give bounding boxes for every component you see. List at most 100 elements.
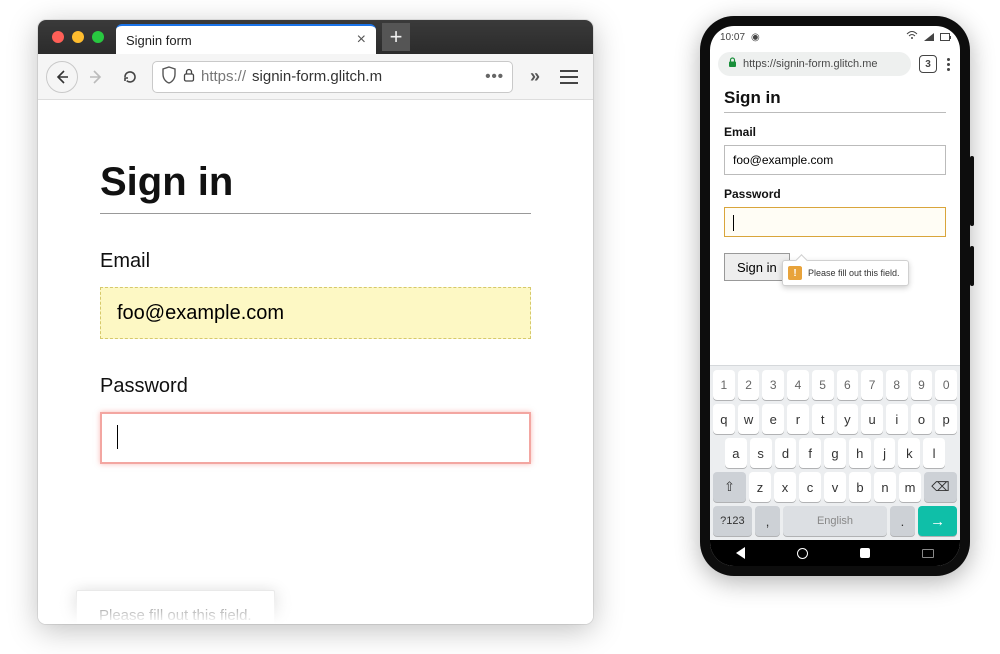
key-u[interactable]: u (861, 404, 883, 434)
key-,[interactable]: , (755, 506, 781, 536)
tracking-shield-icon (161, 66, 177, 88)
key-7[interactable]: 7 (861, 370, 883, 400)
android-nav-bar (710, 540, 960, 566)
phone-screen: 10:07 ◉ https://signin-form.glitch.me 3 … (710, 26, 960, 566)
validation-tooltip: ! Please fill out this field. (782, 260, 909, 286)
key-k[interactable]: k (898, 438, 920, 468)
key-b[interactable]: b (849, 472, 871, 502)
nav-keyboard-icon[interactable] (922, 549, 934, 558)
key-1[interactable]: 1 (713, 370, 735, 400)
key-n[interactable]: n (874, 472, 896, 502)
mobile-url: https://signin-form.glitch.me (743, 58, 878, 70)
password-input[interactable] (724, 207, 946, 237)
key-0[interactable]: 0 (935, 370, 957, 400)
nav-home-icon[interactable] (797, 548, 808, 559)
key-6[interactable]: 6 (837, 370, 859, 400)
key-e[interactable]: e (762, 404, 784, 434)
key-⌫[interactable]: ⌫ (924, 472, 957, 502)
hamburger-icon (553, 63, 585, 91)
email-input[interactable] (724, 145, 946, 175)
app-menu-button[interactable] (553, 61, 585, 93)
key-l[interactable]: l (923, 438, 945, 468)
close-window-icon[interactable] (52, 31, 64, 43)
overflow-button[interactable]: » (519, 61, 551, 93)
key-a[interactable]: a (725, 438, 747, 468)
key-t[interactable]: t (812, 404, 834, 434)
key-v[interactable]: v (824, 472, 846, 502)
lock-icon (728, 57, 737, 71)
close-tab-icon[interactable]: × (357, 32, 366, 48)
kbd-row-numbers: 1234567890 (713, 370, 957, 400)
reload-button[interactable] (114, 61, 146, 93)
nav-back-icon[interactable] (736, 547, 745, 559)
key-3[interactable]: 3 (762, 370, 784, 400)
key-o[interactable]: o (911, 404, 933, 434)
url-scheme: https:// (201, 68, 246, 85)
key-h[interactable]: h (849, 438, 871, 468)
back-button[interactable] (46, 61, 78, 93)
mobile-address-bar[interactable]: https://signin-form.glitch.me (718, 52, 911, 76)
password-input[interactable] (100, 412, 531, 464)
email-label: Email (724, 125, 946, 139)
browser-tab-active[interactable]: Signin form × (116, 24, 376, 54)
key-q[interactable]: q (713, 404, 735, 434)
key-4[interactable]: 4 (787, 370, 809, 400)
kbd-row-bottom: ?123,English.→ (713, 506, 957, 536)
key-r[interactable]: r (787, 404, 809, 434)
status-app-icon: ◉ (751, 32, 760, 43)
window-controls (38, 20, 116, 54)
key-i[interactable]: i (886, 404, 908, 434)
wifi-icon (906, 31, 918, 43)
password-field-group: Password (724, 187, 946, 237)
status-bar: 10:07 ◉ (710, 26, 960, 48)
new-tab-button[interactable]: + (382, 23, 410, 51)
mobile-toolbar: https://signin-form.glitch.me 3 (710, 48, 960, 82)
key-→[interactable]: → (918, 506, 957, 536)
signal-icon (924, 33, 934, 41)
key-⇧[interactable]: ⇧ (713, 472, 746, 502)
key-d[interactable]: d (775, 438, 797, 468)
address-bar[interactable]: https://signin-form.glitch.m ••• (152, 61, 513, 93)
mobile-page-content: Sign in Email Password Sign in ! Please … (710, 82, 960, 281)
key-.[interactable]: . (890, 506, 916, 536)
mobile-menu-button[interactable] (945, 58, 952, 71)
maximize-window-icon[interactable] (92, 31, 104, 43)
key-English[interactable]: English (783, 506, 886, 536)
desktop-browser-window: Signin form × + https://signin-form.glit… (38, 20, 593, 624)
key-8[interactable]: 8 (886, 370, 908, 400)
email-label: Email (100, 250, 531, 273)
phone-side-button (970, 246, 974, 286)
key-x[interactable]: x (774, 472, 796, 502)
page-actions-icon[interactable]: ••• (485, 68, 504, 85)
soft-keyboard: 1234567890 qwertyuiop asdfghjkl ⇧zxcvbnm… (710, 365, 960, 540)
email-input[interactable] (100, 287, 531, 339)
key-c[interactable]: c (799, 472, 821, 502)
page-heading: Sign in (724, 88, 946, 113)
key-w[interactable]: w (738, 404, 760, 434)
key-9[interactable]: 9 (911, 370, 933, 400)
tab-switcher-button[interactable]: 3 (919, 55, 937, 73)
phone-device-frame: 10:07 ◉ https://signin-form.glitch.me 3 … (700, 16, 970, 576)
key-y[interactable]: y (837, 404, 859, 434)
key-f[interactable]: f (799, 438, 821, 468)
key-j[interactable]: j (874, 438, 896, 468)
window-titlebar: Signin form × + (38, 20, 593, 54)
forward-button[interactable] (80, 61, 112, 93)
key-s[interactable]: s (750, 438, 772, 468)
key-2[interactable]: 2 (738, 370, 760, 400)
warning-icon: ! (788, 266, 802, 280)
page-heading: Sign in (100, 160, 531, 214)
key-z[interactable]: z (749, 472, 771, 502)
key-m[interactable]: m (899, 472, 921, 502)
tab-strip: Signin form × + (116, 20, 593, 54)
minimize-window-icon[interactable] (72, 31, 84, 43)
tab-title: Signin form (126, 33, 347, 48)
key-p[interactable]: p (935, 404, 957, 434)
status-time: 10:07 (720, 32, 745, 43)
key-?123[interactable]: ?123 (713, 506, 752, 536)
nav-recents-icon[interactable] (860, 548, 870, 558)
key-g[interactable]: g (824, 438, 846, 468)
signin-button[interactable]: Sign in (724, 253, 790, 281)
password-field-group: Password (100, 375, 531, 464)
key-5[interactable]: 5 (812, 370, 834, 400)
